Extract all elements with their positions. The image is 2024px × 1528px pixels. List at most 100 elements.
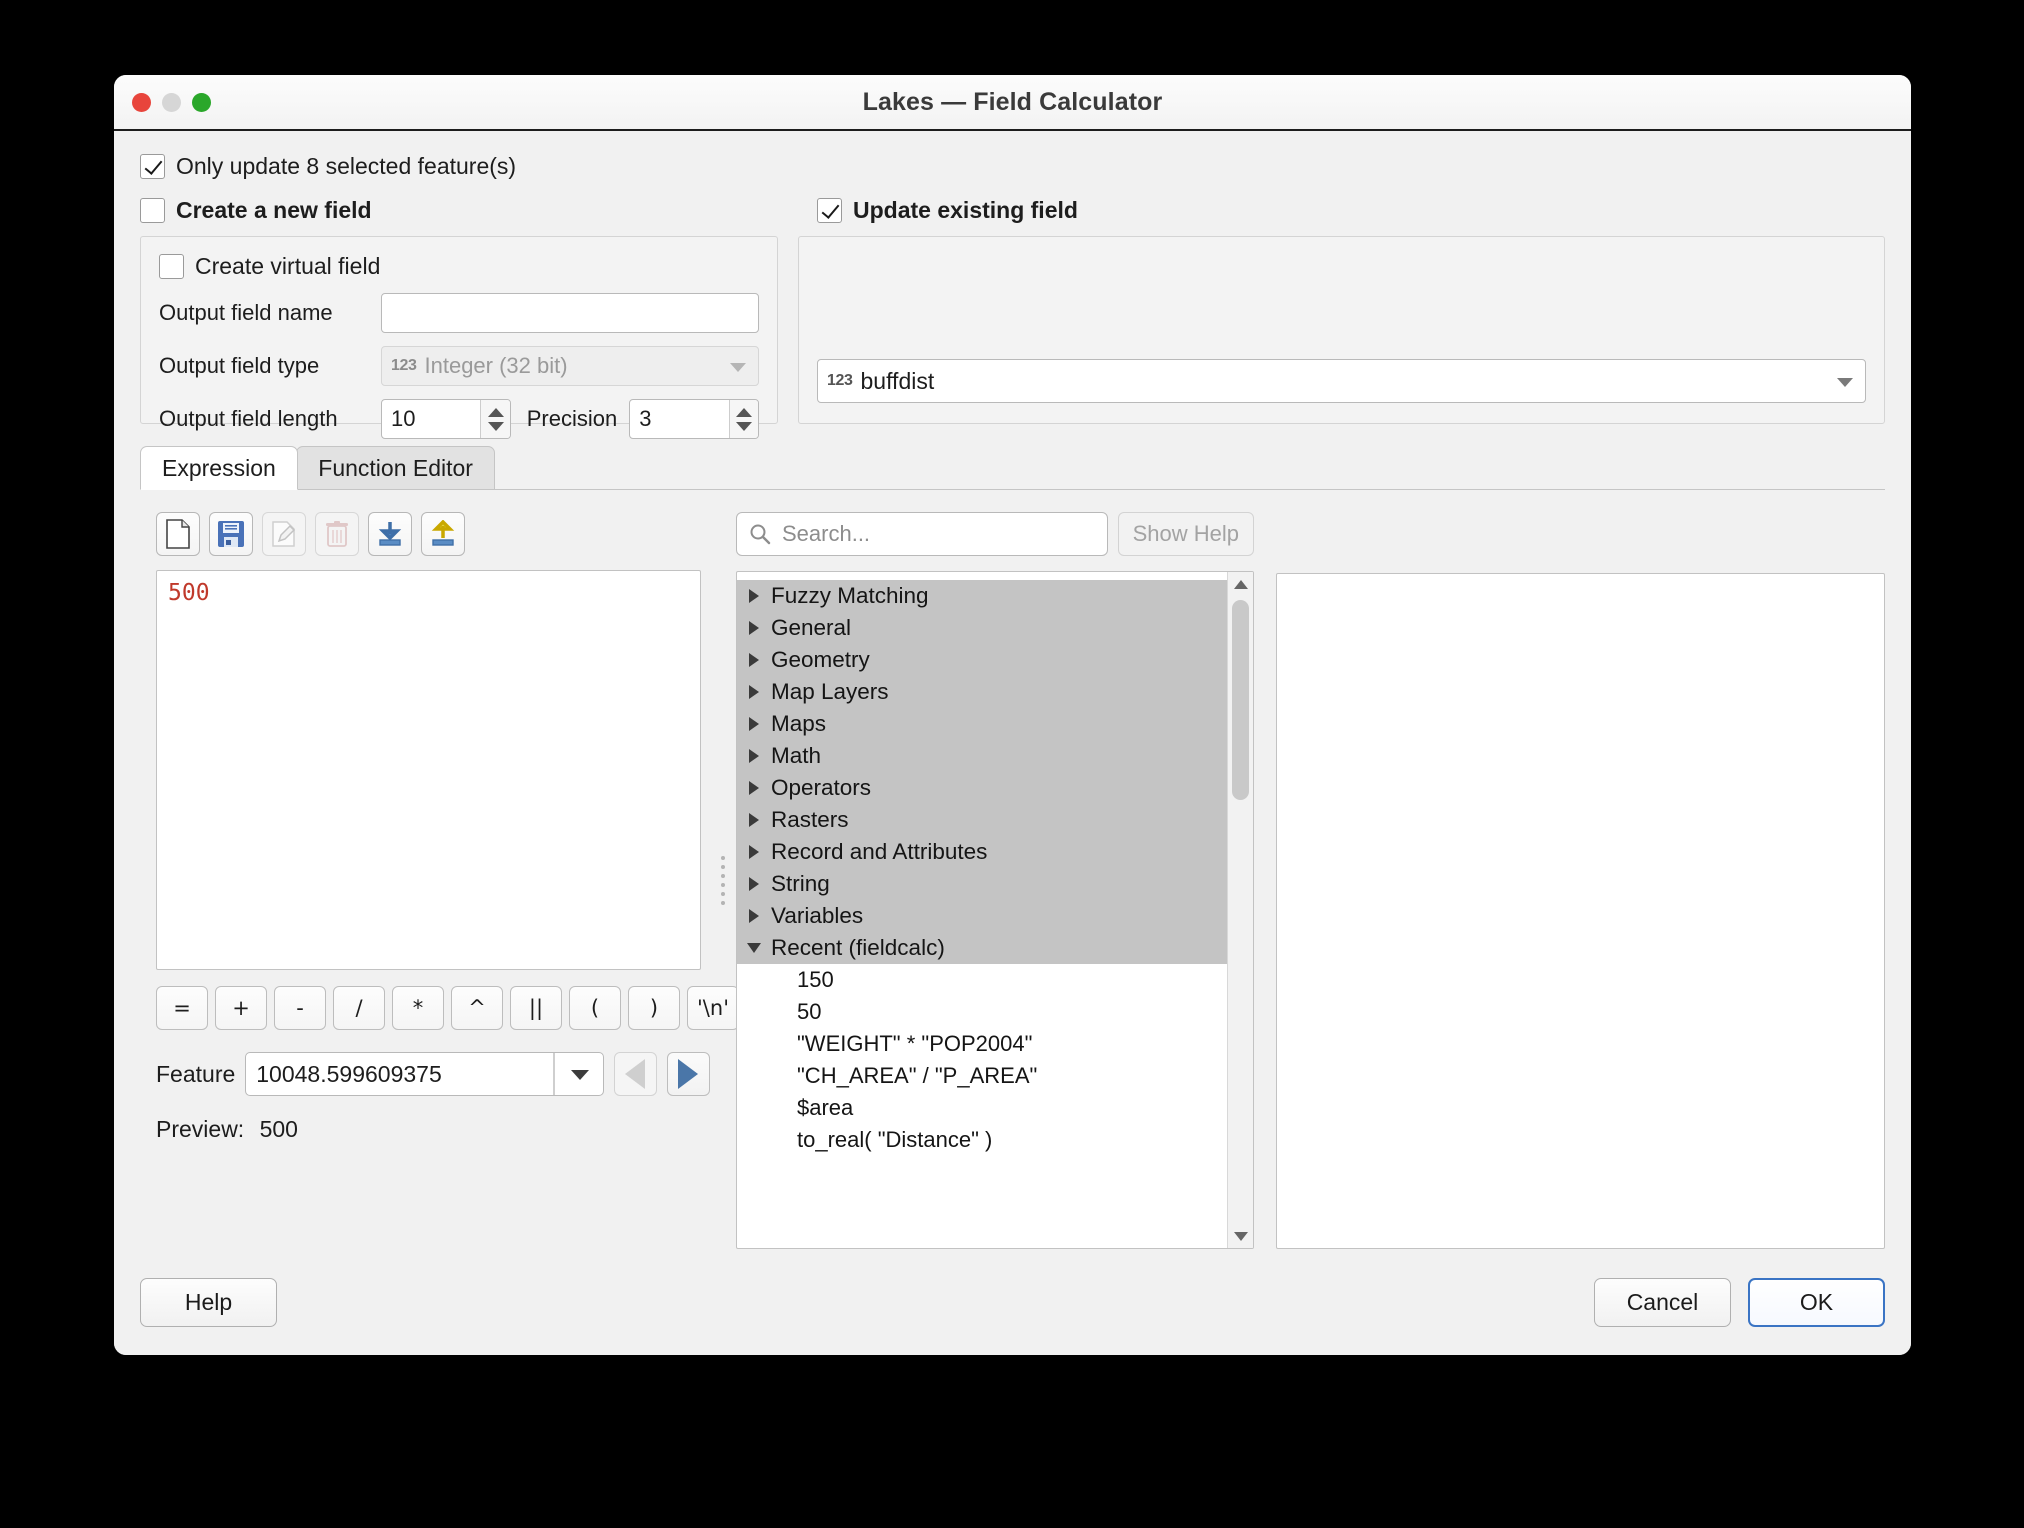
feature-combo[interactable]: 10048.599609375 [245,1052,604,1096]
output-field-type-label: Output field type [159,353,320,378]
function-tree: Fuzzy Matching General Geometry Map Laye… [736,571,1254,1249]
chevron-right-icon[interactable] [737,589,771,603]
footer-actions: Cancel OK [1594,1277,1885,1327]
tree-group-fuzzy-matching[interactable]: Fuzzy Matching [737,580,1227,612]
output-field-length-value[interactable]: 10 [382,406,480,432]
chevron-right-icon[interactable] [737,717,771,731]
chevron-right-icon[interactable] [737,621,771,635]
dialog-footer: Help Cancel OK [114,1249,1911,1355]
cancel-button-label: Cancel [1626,1288,1699,1315]
tree-group-rasters[interactable]: Rasters [737,804,1227,836]
tree-item-recent-to-real-distance[interactable]: to_real( "Distance" ) [737,1124,1227,1156]
scroll-down-icon[interactable] [1228,1224,1253,1248]
tree-item-recent-150[interactable]: 150 [737,964,1227,996]
feature-label: Feature [156,1060,236,1087]
pane-splitter[interactable] [710,512,736,1249]
function-tree-items: Fuzzy Matching General Geometry Map Laye… [737,572,1227,1248]
checkbox-box[interactable] [140,154,165,179]
operator-divide-button[interactable]: / [333,986,385,1030]
cancel-button[interactable]: Cancel [1594,1277,1731,1327]
stepper-buttons[interactable] [480,400,510,438]
tree-group-geometry[interactable]: Geometry [737,644,1227,676]
scroll-up-icon[interactable] [1228,572,1253,596]
tree-item-recent-50[interactable]: 50 [737,996,1227,1028]
chevron-right-icon[interactable] [737,877,771,891]
next-feature-button[interactable] [666,1052,710,1096]
tree-group-map-layers[interactable]: Map Layers [737,676,1227,708]
tree-group-math[interactable]: Math [737,740,1227,772]
precision-value[interactable]: 3 [630,406,728,432]
stepper-down-icon[interactable] [487,421,504,431]
splitter-grip-icon [721,856,725,905]
chevron-down-icon[interactable] [737,943,771,953]
stepper-down-icon[interactable] [735,421,752,431]
import-icon[interactable] [368,512,412,556]
stepper-up-icon[interactable] [487,407,504,417]
search-icon [750,524,771,545]
ok-button[interactable]: OK [1748,1277,1885,1327]
chevron-right-icon[interactable] [737,909,771,923]
chevron-right-icon[interactable] [737,813,771,827]
tree-item-recent-weight-pop2004[interactable]: "WEIGHT" * "POP2004" [737,1028,1227,1060]
tree-group-general[interactable]: General [737,612,1227,644]
output-field-name-input[interactable] [381,293,759,333]
stepper-up-icon[interactable] [735,407,752,417]
tab-expression[interactable]: Expression [140,446,298,490]
tree-group-operators[interactable]: Operators [737,772,1227,804]
operator-equals-button[interactable]: = [156,986,208,1030]
operator-minus-button[interactable]: - [274,986,326,1030]
checkbox-box[interactable] [140,198,165,223]
chevron-right-icon[interactable] [737,749,771,763]
operator-multiply-button[interactable]: * [392,986,444,1030]
show-help-button[interactable]: Show Help [1117,512,1254,556]
search-input[interactable]: Search... [736,512,1108,556]
export-icon[interactable] [421,512,465,556]
dialog-body: Only update 8 selected feature(s) Create… [114,131,1911,1249]
stepper-buttons[interactable] [728,400,758,438]
function-tree-pane: Search... Show Help Fuzzy Matching Gener… [736,512,1254,1249]
tree-item-label: General [771,615,852,640]
new-file-icon[interactable] [156,512,200,556]
tab-function-editor[interactable]: Function Editor [296,446,495,490]
tree-item-label: Math [771,743,822,768]
tree-group-record-and-attributes[interactable]: Record and Attributes [737,836,1227,868]
operator-power-button[interactable]: ^ [451,986,503,1030]
output-field-length-stepper[interactable]: 10 [381,399,511,439]
tree-group-recent-fieldcalc[interactable]: Recent (fieldcalc) [737,932,1227,964]
update-existing-field-checkbox[interactable]: Update existing field [817,197,1885,224]
output-field-type-select[interactable]: 123 Integer (32 bit) [381,346,759,386]
operator-concat-button[interactable]: || [510,986,562,1030]
chevron-right-icon[interactable] [737,781,771,795]
only-update-selected-checkbox[interactable]: Only update 8 selected feature(s) [140,153,1885,180]
checkbox-box[interactable] [817,198,842,223]
operator-close-paren-button[interactable]: ) [628,986,680,1030]
numeric-type-badge: 123 [391,357,417,374]
create-new-field-checkbox[interactable]: Create a new field [140,197,778,224]
tree-item-recent-area[interactable]: $area [737,1092,1227,1124]
checkbox-box[interactable] [159,254,184,279]
scrollbar-thumb[interactable] [1232,600,1249,800]
operator-open-paren-button[interactable]: ( [569,986,621,1030]
expression-pane: 500 = + - / * ^ || ( ) '\n' Feature 1004… [140,512,739,1249]
create-virtual-field-label: Create virtual field [195,253,381,279]
numeric-type-badge: 123 [827,372,853,389]
chevron-right-icon[interactable] [737,653,771,667]
tree-group-string[interactable]: String [737,868,1227,900]
create-virtual-field-checkbox[interactable]: Create virtual field [159,253,759,280]
chevron-right-icon[interactable] [737,845,771,859]
function-tree-scrollbar[interactable] [1227,572,1253,1248]
tree-group-variables[interactable]: Variables [737,900,1227,932]
precision-stepper[interactable]: 3 [629,399,759,439]
help-button[interactable]: Help [140,1277,277,1327]
tree-item-label: Record and Attributes [771,839,988,864]
previous-feature-button[interactable] [613,1052,657,1096]
existing-field-select[interactable]: 123 buffdist [817,359,1866,403]
existing-field-groupbox: 123 buffdist [798,236,1885,424]
save-icon[interactable] [209,512,253,556]
tree-group-maps[interactable]: Maps [737,708,1227,740]
operator-plus-button[interactable]: + [215,986,267,1030]
tree-item-recent-charea-parea[interactable]: "CH_AREA" / "P_AREA" [737,1060,1227,1092]
expression-text-editor[interactable]: 500 [156,570,701,970]
chevron-right-icon[interactable] [737,685,771,699]
expression-tab-panel: 500 = + - / * ^ || ( ) '\n' Feature 1004… [140,490,1885,1249]
